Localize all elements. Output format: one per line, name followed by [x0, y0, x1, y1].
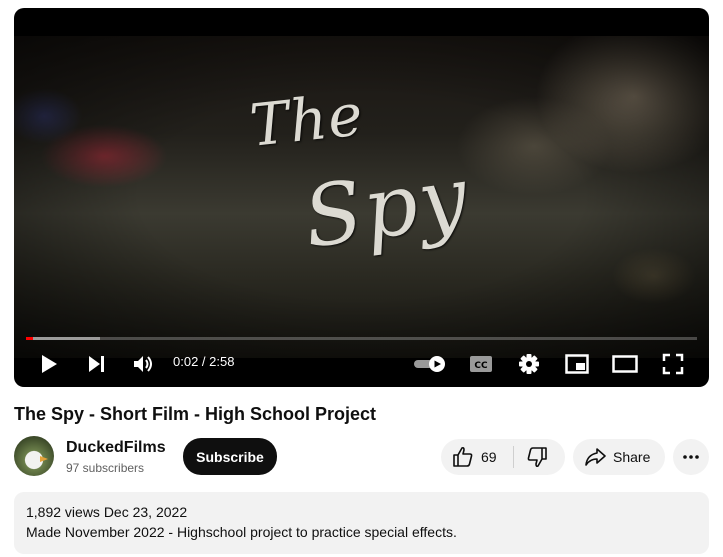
progress-played	[26, 337, 34, 340]
thumbs-down-icon	[527, 447, 547, 468]
thumbs-up-icon	[453, 446, 473, 467]
autoplay-toggle-icon	[414, 356, 445, 372]
avatar-duck-beak	[40, 456, 48, 462]
channel-avatar[interactable]	[14, 436, 54, 476]
theater-mode-icon	[612, 355, 638, 373]
progress-buffered	[26, 337, 100, 340]
time-display: 0:02 / 2:58	[173, 354, 235, 369]
share-label: Share	[613, 449, 651, 465]
share-icon	[585, 448, 606, 466]
play-icon	[42, 355, 57, 373]
view-count-date: 1,892 views Dec 23, 2022	[26, 504, 188, 520]
subscriber-count: 97 subscribers	[66, 461, 145, 475]
theater-mode-button[interactable]	[610, 349, 640, 379]
settings-button[interactable]	[514, 349, 544, 379]
like-button[interactable]: 69	[441, 439, 513, 475]
next-icon	[89, 356, 104, 372]
play-button[interactable]	[34, 349, 64, 379]
gear-icon	[519, 354, 539, 374]
miniplayer-icon	[565, 354, 589, 374]
fullscreen-icon	[662, 353, 684, 375]
autoplay-toggle[interactable]	[412, 349, 448, 379]
fullscreen-button[interactable]	[658, 349, 688, 379]
miniplayer-button[interactable]	[562, 349, 592, 379]
volume-button[interactable]	[129, 349, 159, 379]
video-title: The Spy - Short Film - High School Proje…	[14, 404, 377, 424]
captions-icon: CC	[470, 356, 492, 372]
video-title-art-line1: The	[246, 80, 367, 160]
svg-text:CC: CC	[474, 361, 488, 371]
dislike-button[interactable]	[514, 439, 565, 475]
more-horizontal-icon	[683, 455, 699, 459]
video-player[interactable]: The Spy 0:02 / 2:58 CC	[14, 8, 709, 387]
more-actions-button[interactable]	[673, 439, 709, 475]
description-box[interactable]: 1,892 views Dec 23, 2022 Made November 2…	[14, 492, 709, 554]
channel-name[interactable]: DuckedFilms	[66, 439, 166, 457]
captions-button[interactable]: CC	[466, 349, 496, 379]
volume-icon	[134, 356, 152, 372]
next-button[interactable]	[82, 349, 112, 379]
like-count: 69	[481, 449, 497, 465]
share-button[interactable]: Share	[573, 439, 665, 475]
like-dislike-group: 69	[441, 439, 565, 475]
subscribe-button[interactable]: Subscribe	[183, 438, 277, 475]
progress-bar[interactable]	[26, 337, 697, 340]
description-text: Made November 2022 - Highschool project …	[26, 524, 457, 540]
